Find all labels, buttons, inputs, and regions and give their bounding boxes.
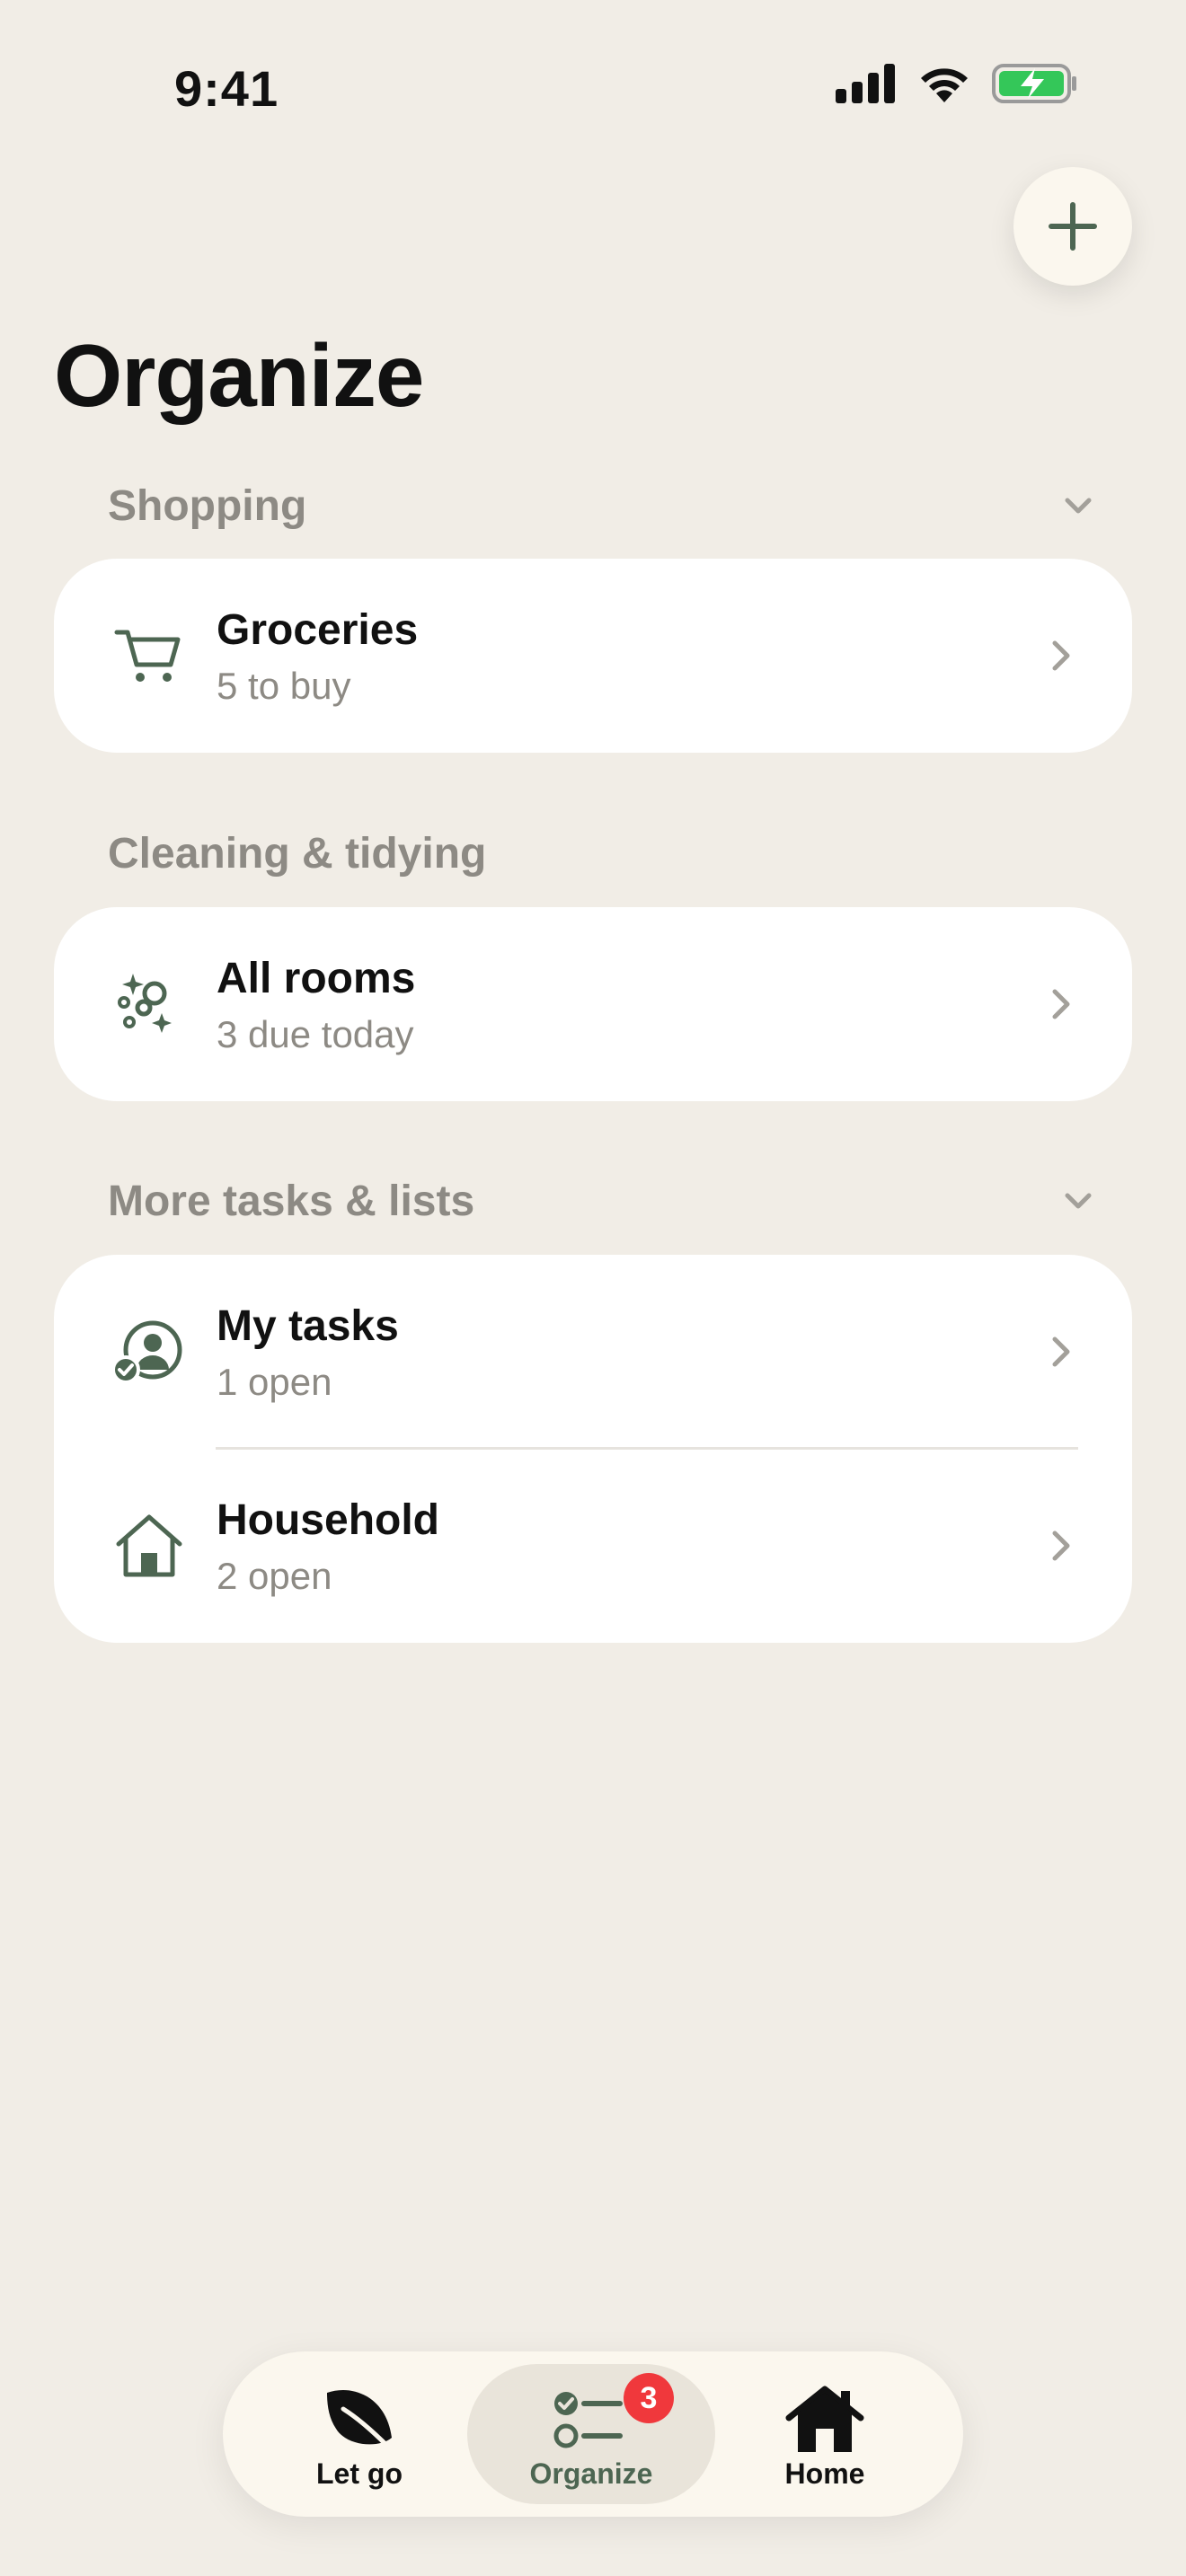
tab-organize[interactable]: 3 Organize — [467, 2364, 715, 2504]
tab-home[interactable]: Home — [701, 2364, 949, 2504]
tab-label: Organize — [529, 2457, 653, 2490]
chevron-down-icon[interactable] — [1060, 1183, 1096, 1219]
plus-icon — [1049, 202, 1097, 251]
notification-badge: 3 — [624, 2373, 674, 2423]
row-subtitle: 1 open — [217, 1361, 332, 1403]
list-item-household[interactable]: Household 2 open — [54, 1449, 1132, 1643]
list-item-my-tasks[interactable]: My tasks 1 open — [54, 1255, 1132, 1449]
chevron-right-icon — [1052, 640, 1070, 671]
tab-label: Home — [784, 2457, 865, 2490]
section-header-more-tasks[interactable]: More tasks & lists — [108, 1169, 1096, 1232]
row-subtitle: 3 due today — [217, 1013, 414, 1055]
house-icon — [116, 1514, 182, 1577]
status-bar: 9:41 — [0, 0, 1186, 171]
leaf-icon — [327, 2389, 392, 2449]
section-label: More tasks & lists — [108, 1177, 475, 1225]
battery-charging-icon — [992, 64, 1076, 103]
chevron-down-icon[interactable] — [1060, 488, 1096, 524]
row-subtitle: 5 to buy — [217, 665, 351, 707]
row-subtitle: 2 open — [217, 1555, 332, 1597]
checklist-icon — [553, 2392, 623, 2448]
section-header-cleaning: Cleaning & tidying — [108, 822, 1096, 885]
tab-label: Let go — [316, 2457, 403, 2490]
section-label: Shopping — [108, 481, 307, 530]
chevron-right-icon — [1052, 1337, 1070, 1367]
shopping-card: Groceries 5 to buy — [54, 559, 1132, 753]
status-time: 9:41 — [174, 60, 279, 117]
page-title: Organize — [54, 326, 424, 425]
tab-let-go[interactable]: Let go — [235, 2364, 483, 2504]
chevron-right-icon — [1052, 1531, 1070, 1561]
sparkles-bubbles-icon — [118, 974, 172, 1033]
status-icons — [836, 63, 1078, 104]
list-item-all-rooms[interactable]: All rooms 3 due today — [54, 907, 1132, 1101]
section-header-shopping[interactable]: Shopping — [108, 474, 1096, 537]
add-button[interactable] — [1013, 167, 1132, 286]
section-label: Cleaning & tidying — [108, 829, 487, 878]
row-title: Groceries — [217, 606, 419, 654]
list-item-groceries[interactable]: Groceries 5 to buy — [54, 559, 1132, 753]
cellular-signal-icon — [836, 64, 895, 103]
user-check-icon — [111, 1320, 182, 1384]
wifi-icon — [921, 68, 968, 102]
cleaning-card: All rooms 3 due today — [54, 907, 1132, 1101]
cart-icon — [114, 630, 181, 682]
row-title: All rooms — [217, 955, 416, 1002]
chevron-right-icon — [1052, 989, 1070, 1019]
more-tasks-card: My tasks 1 open Household 2 open — [54, 1255, 1132, 1643]
tab-bar: Let go 3 Organize Home — [223, 2351, 963, 2517]
row-title: Household — [217, 1496, 439, 1544]
row-title: My tasks — [217, 1302, 399, 1350]
home-icon — [785, 2386, 864, 2452]
